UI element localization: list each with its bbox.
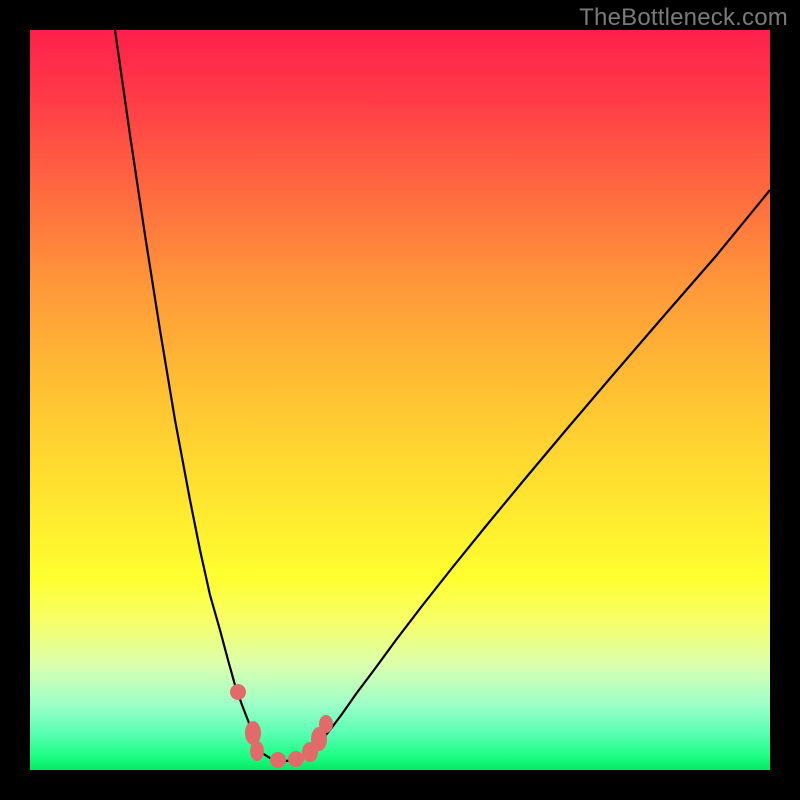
- watermark-text: TheBottleneck.com: [579, 4, 788, 32]
- data-marker: [319, 715, 333, 733]
- curve-left: [115, 30, 262, 753]
- data-marker: [270, 752, 286, 768]
- chart-frame: TheBottleneck.com: [0, 0, 800, 800]
- chart-svg: [30, 30, 770, 770]
- data-marker: [288, 751, 304, 767]
- data-marker: [250, 741, 264, 761]
- data-marker: [230, 684, 246, 700]
- chart-plot-area: [30, 30, 770, 770]
- data-markers: [230, 684, 333, 768]
- curve-right: [310, 190, 770, 753]
